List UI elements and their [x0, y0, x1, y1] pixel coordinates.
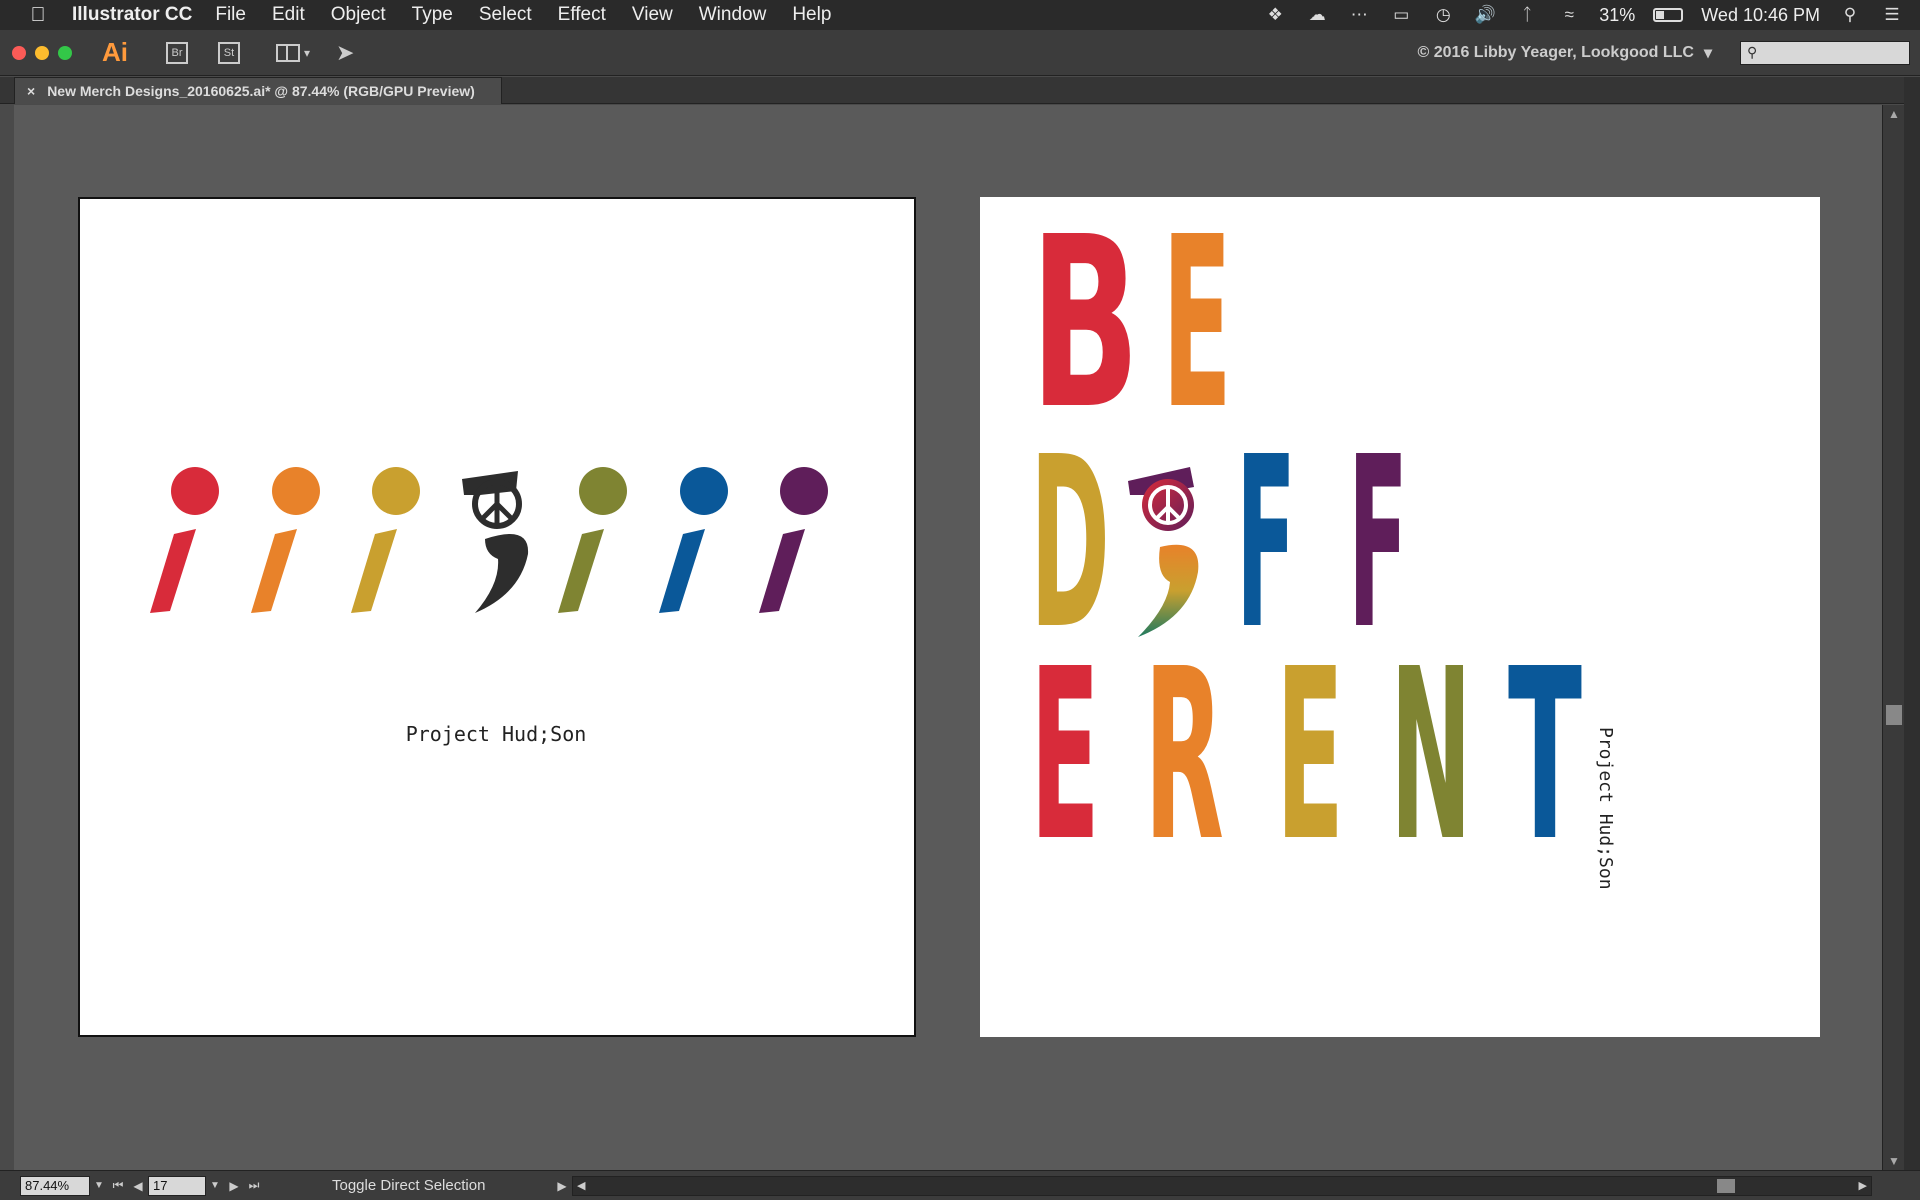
status-bar: 87.44% ▼ ⏮ ◀ 17 ▼ ▶ ⏭ Toggle Direct Sele…	[0, 1170, 1920, 1200]
chevron-down-icon: ▾	[304, 45, 311, 60]
menu-help[interactable]: Help	[779, 4, 844, 26]
menu-view[interactable]: View	[619, 4, 686, 26]
document-tab-bar: × New Merch Designs_20160625.ai* @ 87.44…	[0, 77, 1920, 104]
artboard-number-field[interactable]: 17	[148, 1175, 206, 1196]
be-different-artwork: B E D F F E R E N T Project Hud;Son	[1030, 186, 1616, 893]
zoom-window-button[interactable]	[58, 45, 72, 60]
be-different-letters: B E D F F E R E N T	[1030, 186, 1582, 893]
bluetooth-icon[interactable]: ᛏ	[1515, 5, 1539, 25]
project-hudson-caption: Project Hud;Son	[406, 722, 587, 746]
menu-edit[interactable]: Edit	[259, 4, 318, 26]
semicolon-artwork: Project Hud;Son	[150, 467, 828, 746]
apple-menu-icon[interactable]: 	[18, 4, 58, 27]
bridge-button[interactable]: Br	[166, 41, 188, 64]
workspace-label: © 2016 Libby Yeager, Lookgood LLC	[1417, 43, 1694, 61]
menu-type[interactable]: Type	[399, 4, 466, 26]
arrange-documents-button[interactable]: ▾	[276, 43, 311, 62]
menu-select[interactable]: Select	[466, 4, 545, 26]
close-window-button[interactable]	[12, 45, 26, 60]
artboard-semicolons[interactable]: Project Hud;Son	[78, 197, 916, 1037]
application-bar: Ai Br St ▾ ➤ © 2016 Libby Yeager, Lookgo…	[0, 30, 1920, 76]
notification-center-icon[interactable]: ☰	[1880, 5, 1904, 25]
menu-effect[interactable]: Effect	[545, 4, 619, 26]
chevron-down-icon: ▾	[1703, 44, 1712, 62]
status-menu-area: ❖ ☁ ⋯ ▭ ◷ 🔊 ᛏ ≈ 31% Wed 10:46 PM ⚲ ☰	[1263, 5, 1920, 26]
creative-cloud-icon[interactable]: ☁	[1305, 5, 1329, 25]
vertical-scrollbar[interactable]: ▲ ▼	[1882, 105, 1904, 1170]
zoom-dropdown-icon[interactable]: ▼	[90, 1176, 108, 1196]
wifi-icon[interactable]: ≈	[1557, 5, 1581, 25]
spotlight-search-icon[interactable]: ⚲	[1838, 5, 1862, 25]
illustrator-logo: Ai	[102, 37, 128, 67]
layout-grid-icon	[276, 43, 300, 62]
semicolon-i-glyph	[1128, 467, 1199, 637]
scroll-up-arrow-icon[interactable]: ▲	[1888, 107, 1900, 121]
app-menu[interactable]: Illustrator CC	[72, 4, 192, 26]
last-artboard-icon[interactable]: ⏭	[244, 1178, 264, 1193]
menu-window[interactable]: Window	[686, 4, 780, 26]
window-controls	[12, 45, 72, 60]
zoom-level-field[interactable]: 87.44%	[20, 1175, 90, 1196]
horizontal-scroll-thumb[interactable]	[1717, 1178, 1735, 1193]
clock[interactable]: Wed 10:46 PM	[1701, 5, 1820, 26]
semicolon-purple	[759, 467, 828, 613]
workspace-switcher[interactable]: © 2016 Libby Yeager, Lookgood LLC ▾	[1418, 43, 1740, 63]
dots-grid-icon[interactable]: ⋯	[1347, 5, 1371, 25]
minimize-window-button[interactable]	[35, 45, 49, 60]
time-machine-icon[interactable]: ◷	[1431, 5, 1455, 25]
close-tab-icon[interactable]: ×	[27, 83, 35, 99]
semicolon-red	[150, 467, 219, 613]
artboard-dropdown-icon[interactable]: ▼	[206, 1176, 224, 1196]
artboard-be-different[interactable]: B E D F F E R E N T Project Hud;Son	[980, 186, 1820, 1037]
letter-t: T	[1508, 618, 1582, 893]
menu-file[interactable]: File	[202, 4, 259, 26]
letter-n: N	[1390, 618, 1472, 893]
stock-button[interactable]: St	[218, 41, 240, 64]
semicolon-blue	[659, 467, 728, 613]
status-text: Toggle Direct Selection	[332, 1177, 486, 1194]
vertical-scroll-thumb[interactable]	[1886, 705, 1902, 725]
dropbox-icon[interactable]: ❖	[1263, 5, 1287, 25]
previous-artboard-icon[interactable]: ◀	[128, 1179, 148, 1193]
status-menu-arrow-icon[interactable]: ▶	[552, 1179, 572, 1193]
panel-edge	[1904, 77, 1920, 1200]
next-artboard-icon[interactable]: ▶	[224, 1179, 244, 1193]
letter-e-red: E	[1030, 618, 1100, 893]
letter-e: E	[1162, 197, 1232, 461]
volume-icon[interactable]: 🔊	[1473, 5, 1497, 25]
semicolon-orange	[251, 467, 320, 613]
help-search-input[interactable]: ⚲	[1740, 40, 1910, 65]
scroll-down-arrow-icon[interactable]: ▼	[1888, 1154, 1900, 1168]
canvas[interactable]: Project Hud;Son B E D F F E R E N T Proj…	[14, 105, 1882, 1170]
first-artboard-icon[interactable]: ⏮	[108, 1178, 128, 1193]
document-tab-title: New Merch Designs_20160625.ai* @ 87.44% …	[47, 83, 475, 99]
horizontal-scrollbar[interactable]: ◀ ▶	[572, 1175, 1872, 1196]
airplay-icon[interactable]: ▭	[1389, 5, 1413, 25]
battery-percentage: 31%	[1599, 4, 1636, 25]
document-tab[interactable]: × New Merch Designs_20160625.ai* @ 87.44…	[14, 77, 502, 104]
scroll-right-arrow-icon[interactable]: ▶	[1859, 1179, 1867, 1192]
scroll-left-arrow-icon[interactable]: ◀	[577, 1179, 585, 1192]
menu-object[interactable]: Object	[318, 4, 399, 26]
letter-r: R	[1144, 618, 1224, 893]
letter-e-gold: E	[1276, 618, 1344, 893]
battery-icon[interactable]	[1653, 8, 1684, 22]
search-icon: ⚲	[1747, 44, 1758, 60]
semicolon-gold	[351, 467, 420, 613]
menu-bar:  Illustrator CC File Edit Object Type S…	[0, 0, 1920, 30]
semicolon-peace-bandana	[462, 471, 529, 613]
gpu-performance-icon[interactable]: ➤	[336, 40, 354, 66]
project-hudson-vertical-caption: Project Hud;Son	[1595, 727, 1616, 890]
semicolon-olive	[558, 467, 627, 613]
